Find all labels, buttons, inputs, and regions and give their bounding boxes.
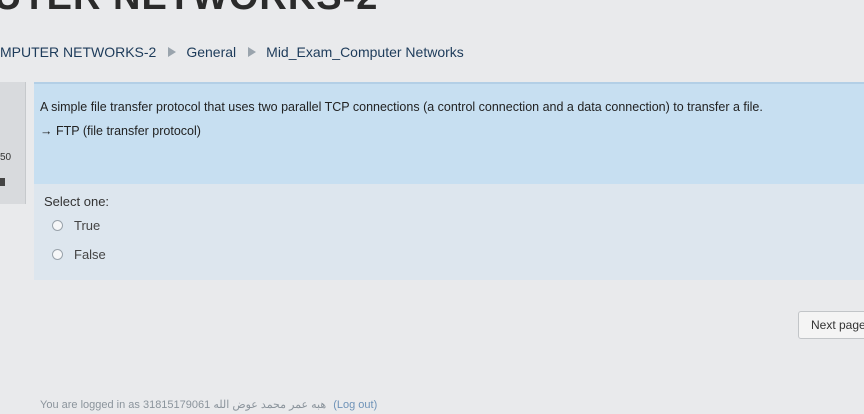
option-true[interactable]: True (52, 218, 100, 233)
breadcrumb-course-link[interactable]: MPUTER NETWORKS-2 (0, 44, 156, 60)
question-number: 50 (0, 152, 12, 163)
option-false-label: False (74, 247, 106, 262)
select-one-prompt: Select one: (44, 194, 110, 209)
flag-icon[interactable] (0, 178, 5, 186)
radio-button[interactable] (52, 220, 63, 231)
option-false[interactable]: False (52, 247, 106, 262)
answer-panel: Select one: True False (34, 184, 864, 280)
page-heading: UTER NETWORKS-2 (0, 0, 378, 19)
question-text: A simple file transfer protocol that use… (40, 100, 763, 114)
question-text-panel: A simple file transfer protocol that use… (34, 82, 864, 184)
breadcrumb-separator-icon (248, 47, 257, 57)
breadcrumb-section-link[interactable]: General (186, 44, 236, 60)
question-answer-line: → FTP (file transfer protocol) (40, 124, 201, 138)
breadcrumb-separator-icon (168, 47, 177, 57)
login-info: You are logged in as 31815179061 هبه عمر… (40, 398, 377, 411)
breadcrumb: MPUTER NETWORKS-2 General Mid_Exam_Compu… (0, 42, 464, 62)
breadcrumb-quiz-link[interactable]: Mid_Exam_Computer Networks (266, 44, 464, 60)
next-page-button[interactable]: Next page (798, 311, 864, 339)
user-name[interactable]: هبه عمر محمد عوض الله (213, 399, 326, 411)
question-info-panel: 50 (0, 82, 26, 204)
logout-link[interactable]: (Log out) (333, 399, 377, 411)
radio-button[interactable] (52, 249, 63, 260)
login-text: You are logged in as 31815179061 (40, 399, 211, 411)
option-true-label: True (74, 218, 101, 233)
